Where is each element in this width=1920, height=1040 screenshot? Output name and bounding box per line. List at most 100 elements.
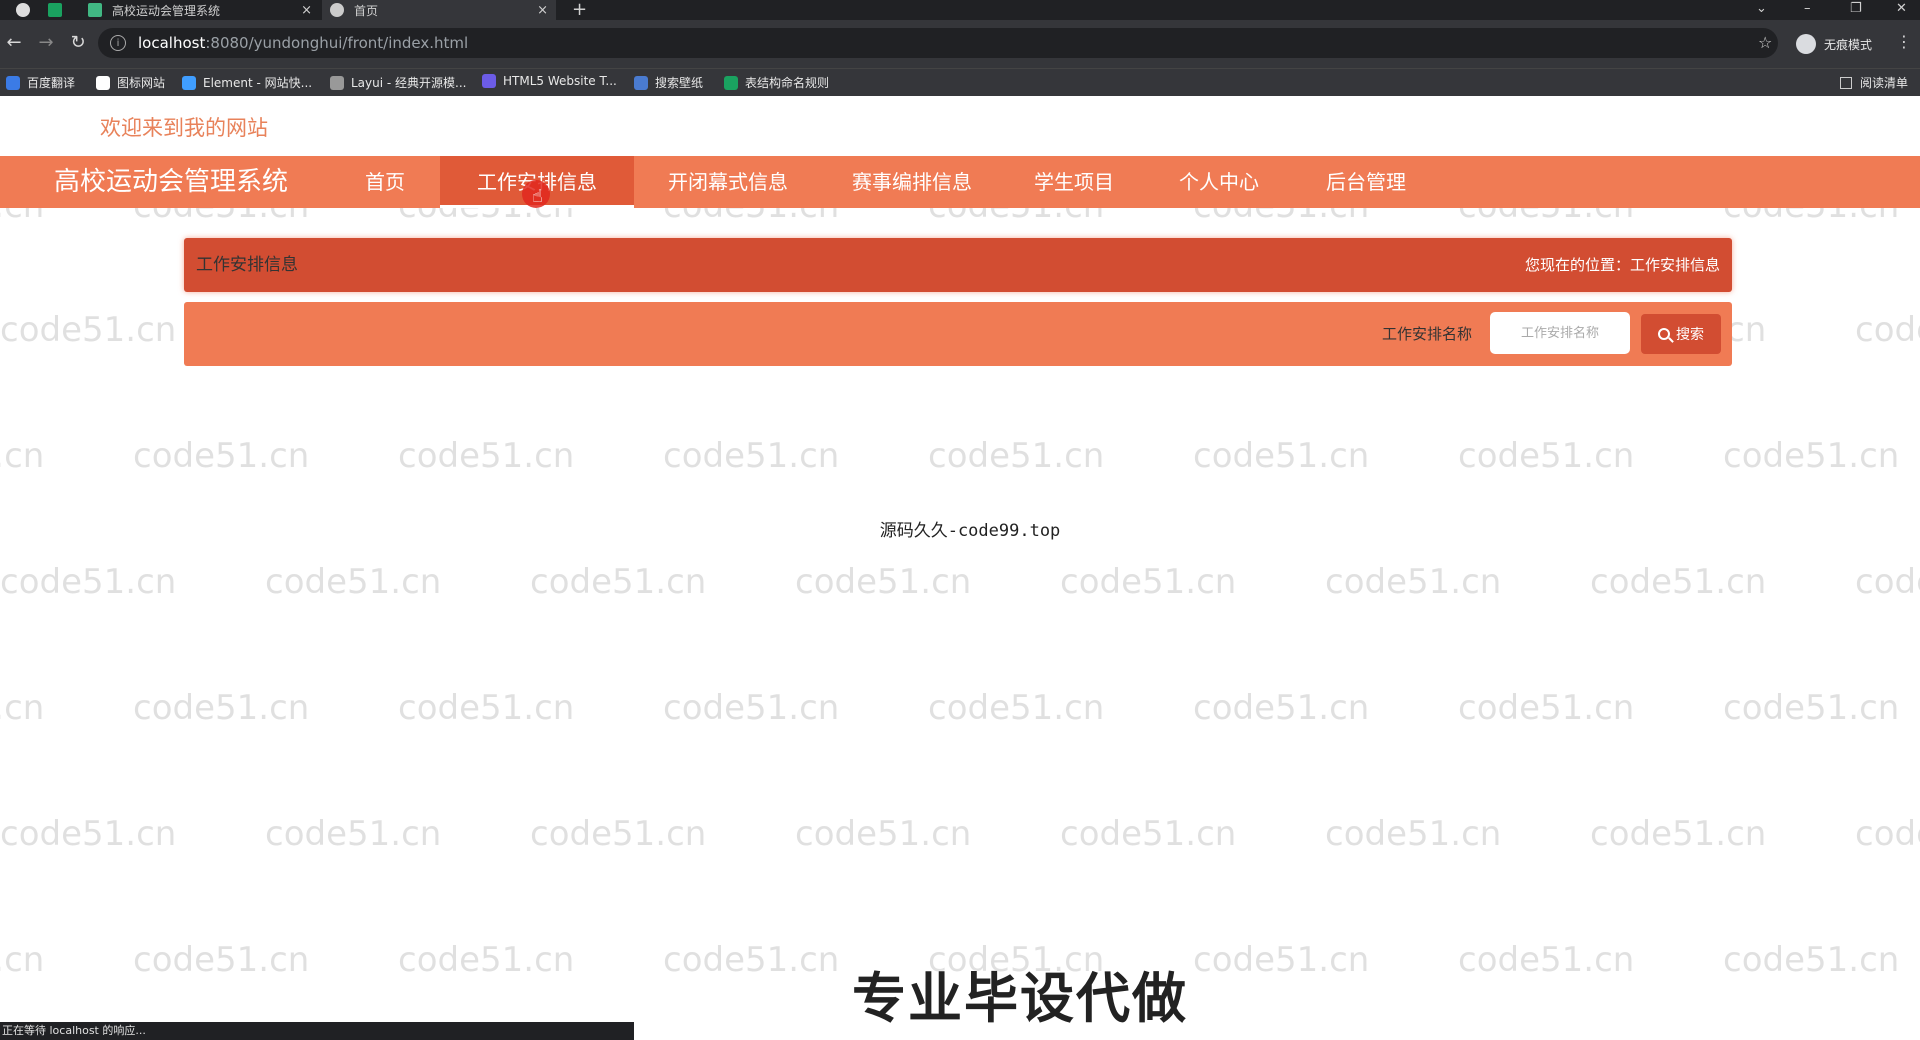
tab-pinned-sheet[interactable] [40, 0, 72, 20]
welcome-text: 欢迎来到我的网站 [100, 116, 268, 140]
reading-list-label: 阅读清单 [1860, 76, 1909, 90]
watermark-text: code51.cn [1325, 96, 1501, 100]
sheet-icon [48, 3, 62, 17]
html5-icon [482, 74, 496, 88]
watermark-text: code51.cn [133, 436, 310, 476]
watermark-text: code51.cn [1855, 310, 1920, 350]
flag-icon [96, 75, 110, 90]
bookmark-label: 图标网站 [117, 76, 166, 90]
tab-search-icon[interactable]: ⌄ [1756, 0, 1767, 20]
watermark-text: code51.cn [265, 814, 442, 854]
nav-home[interactable]: 首页 [334, 156, 436, 208]
incognito-icon [1796, 34, 1816, 54]
watermark-text: code51.cn [0, 814, 177, 854]
current-location: 您现在的位置：工作安排信息 [1524, 256, 1720, 274]
watermark-text: code51.cn [133, 688, 310, 728]
url-host: localhost [138, 34, 206, 52]
bookmark-label: HTML5 Website T... [503, 74, 617, 88]
nav-profile[interactable]: 个人中心 [1148, 156, 1290, 208]
watermark-text: code51.cn [530, 562, 707, 602]
status-bar: 正在等待 localhost 的响应... [0, 1022, 634, 1040]
watermark-text: code51.cn [0, 688, 45, 728]
reading-list[interactable]: 阅读清单 [1840, 74, 1908, 91]
menu-icon[interactable]: ⋮ [1896, 32, 1912, 51]
watermark-text: code51.cn [1723, 436, 1900, 476]
watermark-text: code51.cn [1060, 814, 1237, 854]
nav-event-arrangement[interactable]: 赛事编排信息 [824, 156, 1000, 208]
watermark-text: code51.cn [1193, 436, 1370, 476]
watermark-text: code51.cn [1325, 814, 1502, 854]
watermark-text: code51.cn [530, 814, 707, 854]
tab-home[interactable]: 首页 × [322, 0, 556, 20]
watermark-text: code51.cn [1590, 562, 1767, 602]
watermark-text: code51.cn [1193, 688, 1370, 728]
watermark-text: code51.cn [1855, 96, 1920, 100]
watermark-text: code51.cn [795, 96, 971, 100]
watermark-text: code51.cn [398, 436, 575, 476]
main-nav: 高校运动会管理系统 首页 工作安排信息 开闭幕式信息 赛事编排信息 学生项目 个… [0, 156, 1920, 208]
web-page: code51.cn code51.cn code51.cn code51.cn code… [0, 96, 1920, 1040]
watermark-text: code51.cn [928, 436, 1105, 476]
watermark-text: code51.cn [265, 562, 442, 602]
watermark-text: code51.cn [928, 688, 1105, 728]
tab-title: 高校运动会管理系统 [112, 3, 221, 18]
search-input[interactable] [1490, 312, 1630, 354]
reload-icon[interactable]: ↻ [66, 32, 90, 53]
window-close-icon[interactable]: ✕ [1896, 0, 1907, 20]
search-icon [1658, 328, 1670, 340]
watermark-text: code51.cn [398, 688, 575, 728]
search-label: 工作安排名称 [1382, 325, 1473, 343]
site-brand[interactable]: 高校运动会管理系统 [54, 156, 288, 208]
watermark-text: code51.cn [1590, 96, 1766, 100]
bookmark-label: 表结构命名规则 [745, 76, 830, 90]
search-button[interactable]: 搜索 [1641, 314, 1721, 354]
bookmark-item[interactable]: HTML5 Website T... [482, 74, 617, 88]
vue-icon [88, 3, 102, 17]
watermark-text: code51.cn [0, 310, 177, 350]
globe-icon [330, 3, 344, 17]
bookmark-item[interactable]: Layui - 经典开源模... [330, 74, 466, 91]
bookmark-item[interactable]: 表结构命名规则 [724, 74, 829, 91]
chrome-icon [16, 3, 30, 17]
bookmarks-bar: 百度翻译 图标网站 Element - 网站快... Layui - 经典开源模… [0, 68, 1920, 96]
nav-ceremony[interactable]: 开闭幕式信息 [640, 156, 816, 208]
layui-icon [330, 75, 344, 90]
bookmark-item[interactable]: 搜索壁纸 [634, 74, 703, 91]
search-panel: 工作安排名称 搜索 [184, 302, 1732, 366]
tab-pinned-chrome[interactable] [8, 0, 32, 20]
close-icon[interactable]: × [301, 3, 312, 18]
watermark-text: code51.cn [0, 436, 45, 476]
bookmark-item[interactable]: 图标网站 [96, 74, 165, 91]
watermark-text: code51.cn [1590, 814, 1767, 854]
bookmark-item[interactable]: 百度翻译 [6, 74, 75, 91]
search-button-label: 搜索 [1676, 327, 1704, 343]
breadcrumb: 工作安排信息 您现在的位置：工作安排信息 [184, 238, 1732, 292]
watermark-text: code51.cn [1458, 436, 1635, 476]
minimize-icon[interactable]: – [1804, 0, 1811, 20]
bookmark-label: 搜索壁纸 [655, 76, 704, 90]
tab-sports-system[interactable]: 高校运动会管理系统 × [80, 0, 320, 20]
nav-admin[interactable]: 后台管理 [1296, 156, 1436, 208]
watermark-text: code51.cn [530, 96, 706, 100]
forward-icon[interactable]: → [34, 32, 58, 53]
url-path: :8080/yundonghui/front/index.html [205, 34, 469, 52]
translate-icon [6, 75, 20, 90]
close-icon[interactable]: × [537, 3, 548, 18]
back-icon[interactable]: ← [2, 32, 26, 53]
reading-list-icon [1840, 76, 1852, 89]
watermark-text: code51.cn [1458, 688, 1635, 728]
address-bar[interactable]: i localhost:8080/yundonghui/front/index.… [98, 28, 1778, 58]
tab-title: 首页 [354, 3, 379, 18]
incognito-indicator[interactable]: 无痕模式 [1796, 34, 1872, 54]
bookmark-label: Element - 网站快... [203, 76, 313, 90]
site-info-icon[interactable]: i [110, 35, 126, 51]
restore-icon[interactable]: ❐ [1850, 0, 1862, 20]
nav-student-projects[interactable]: 学生项目 [1010, 156, 1138, 208]
watermark-text: code51.cn [795, 814, 972, 854]
browser-toolbar: ← → ↻ i localhost:8080/yundonghui/front/… [0, 20, 1920, 68]
bookmark-star-icon[interactable]: ☆ [1758, 33, 1772, 52]
new-tab-button[interactable]: + [572, 0, 587, 20]
bookmark-item[interactable]: Element - 网站快... [182, 74, 312, 91]
watermark-text: code51.cn [0, 96, 176, 100]
watermark-text: code51.cn [265, 96, 441, 100]
